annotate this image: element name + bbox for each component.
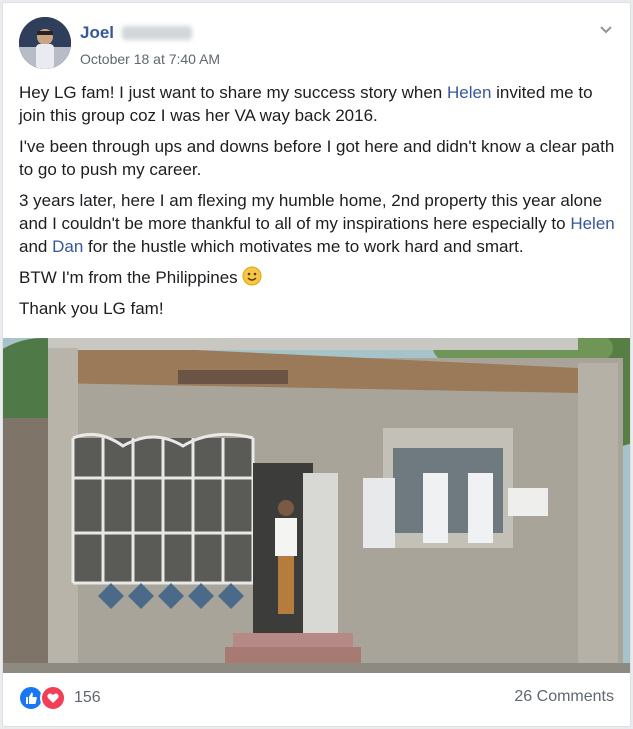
mention-dan[interactable]: Dan — [52, 237, 83, 256]
post-footer: 156 26 Comments — [3, 673, 630, 726]
post-card: Joel October 18 at 7:40 AM Hey LG fam! I… — [2, 2, 631, 727]
mention-helen-2[interactable]: Helen — [570, 214, 614, 233]
author-row: Joel — [80, 23, 193, 43]
chevron-down-icon[interactable] — [598, 21, 614, 37]
avatar[interactable] — [19, 17, 71, 69]
paragraph-5: Thank you LG fam! — [19, 299, 164, 318]
reaction-count: 156 — [74, 689, 101, 706]
reaction-summary[interactable]: 156 — [18, 685, 101, 711]
blurred-surname — [122, 26, 193, 40]
post-body: Hey LG fam! I just want to share my succ… — [19, 81, 617, 328]
paragraph-3: 3 years later, here I am flexing my humb… — [19, 191, 615, 256]
smiley-icon — [242, 266, 262, 286]
post-timestamp[interactable]: October 18 at 7:40 AM — [80, 51, 220, 67]
author-name[interactable]: Joel — [80, 23, 114, 43]
house-photo[interactable] — [3, 338, 630, 673]
love-icon — [40, 685, 66, 711]
paragraph-1: Hey LG fam! I just want to share my succ… — [19, 83, 593, 125]
paragraph-4: BTW I'm from the Philippines — [19, 266, 617, 289]
mention-helen[interactable]: Helen — [447, 83, 491, 102]
paragraph-2: I've been through ups and downs before I… — [19, 137, 615, 179]
comments-link[interactable]: 26 Comments — [514, 688, 614, 706]
